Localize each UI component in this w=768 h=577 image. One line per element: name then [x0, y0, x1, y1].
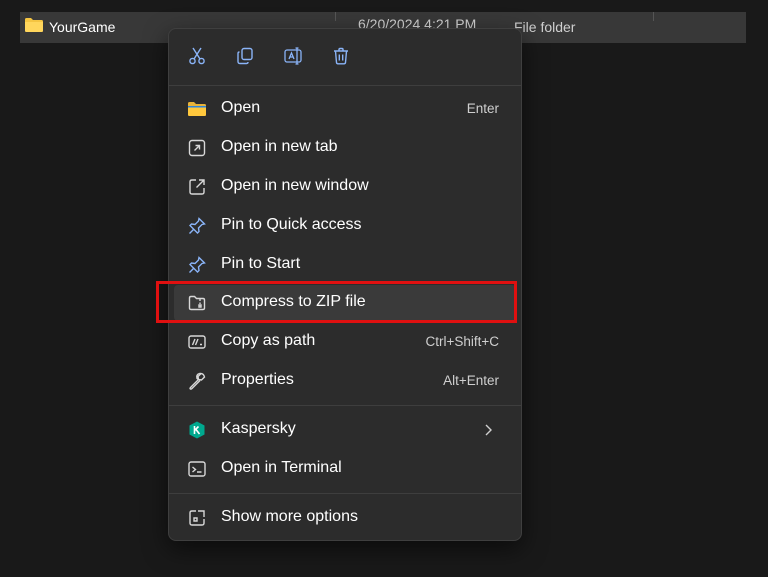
menu-item-shortcut: Alt+Enter: [443, 373, 499, 388]
menu-item-kaspersky[interactable]: Kaspersky: [174, 412, 516, 448]
terminal-icon: [187, 459, 207, 479]
pin-icon: [187, 216, 207, 236]
menu-item-open-in-new-tab[interactable]: Open in new tab: [174, 130, 516, 166]
menu-divider: [169, 85, 521, 86]
delete-button[interactable]: [328, 43, 354, 69]
menu-divider: [169, 405, 521, 406]
menu-item-label: Open: [221, 99, 261, 116]
annotation-highlight-box: [156, 281, 517, 323]
new-tab-icon: [187, 138, 207, 158]
menu-item-pin-to-start[interactable]: Pin to Start: [174, 247, 516, 283]
menu-item-shortcut: Ctrl+Shift+C: [425, 334, 499, 349]
menu-item-open-in-terminal[interactable]: Open in Terminal: [174, 451, 516, 487]
wrench-icon: [187, 371, 207, 391]
folder-icon: [25, 18, 43, 32]
file-name: YourGame: [49, 19, 116, 35]
menu-item-properties[interactable]: Properties Alt+Enter: [174, 363, 516, 399]
menu-item-label: Open in new window: [221, 177, 369, 194]
cut-button[interactable]: [184, 43, 210, 69]
menu-item-label: Show more options: [221, 508, 358, 525]
menu-item-label: Open in Terminal: [221, 459, 342, 476]
chevron-right-icon: [485, 424, 492, 436]
folder-icon: [187, 99, 207, 119]
menu-item-label: Copy as path: [221, 332, 316, 349]
cut-icon: [189, 47, 205, 65]
rename-icon: [284, 47, 302, 65]
column-separator: [335, 12, 336, 21]
menu-item-label: Pin to Start: [221, 255, 301, 272]
menu-item-copy-as-path[interactable]: Copy as path Ctrl+Shift+C: [174, 324, 516, 360]
column-separator: [653, 12, 654, 21]
file-type: File folder: [514, 19, 576, 35]
rename-button[interactable]: [280, 43, 306, 69]
kaspersky-icon: [187, 420, 207, 440]
menu-item-label: Pin to Quick access: [221, 216, 362, 233]
menu-item-shortcut: Enter: [466, 101, 499, 116]
new-window-icon: [187, 177, 207, 197]
delete-icon: [334, 47, 348, 65]
menu-item-label: Properties: [221, 371, 294, 388]
more-options-icon: [187, 508, 207, 528]
pin-icon: [187, 255, 207, 275]
menu-item-open[interactable]: Open Enter: [174, 91, 516, 127]
menu-item-label: Kaspersky: [221, 420, 296, 437]
menu-item-open-in-new-window[interactable]: Open in new window: [174, 169, 516, 205]
menu-item-pin-to-quick-access[interactable]: Pin to Quick access: [174, 208, 516, 244]
menu-item-label: Open in new tab: [221, 138, 338, 155]
copy-button[interactable]: [232, 43, 258, 69]
menu-divider: [169, 493, 521, 494]
menu-item-show-more-options[interactable]: Show more options: [174, 500, 516, 536]
quick-action-bar: [169, 29, 521, 85]
copy-icon: [237, 47, 253, 65]
copy-path-icon: [187, 332, 207, 352]
